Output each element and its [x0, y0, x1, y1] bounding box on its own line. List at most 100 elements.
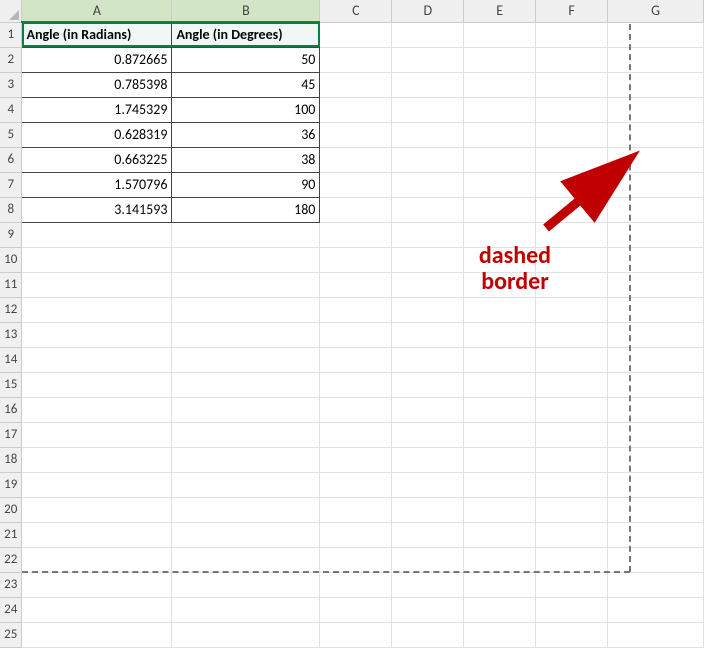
cell[interactable]: 100 [172, 97, 320, 122]
cell[interactable] [536, 272, 608, 297]
cell[interactable] [536, 622, 608, 647]
cell[interactable] [392, 197, 464, 222]
cell[interactable] [392, 247, 464, 272]
cell[interactable] [536, 22, 608, 47]
cell[interactable] [464, 272, 536, 297]
cell[interactable] [22, 272, 172, 297]
cell[interactable] [320, 422, 392, 447]
row-header-16[interactable]: 16 [0, 397, 22, 422]
cell[interactable] [172, 397, 320, 422]
cell[interactable] [172, 422, 320, 447]
cell[interactable] [536, 247, 608, 272]
cell[interactable]: 0.628319 [22, 122, 172, 147]
cell[interactable] [608, 572, 704, 597]
cell[interactable] [320, 322, 392, 347]
select-all-corner[interactable] [0, 0, 22, 22]
cell[interactable] [464, 322, 536, 347]
col-header-E[interactable]: E [464, 0, 536, 22]
cell[interactable] [392, 397, 464, 422]
cell[interactable] [320, 47, 392, 72]
cell[interactable] [536, 372, 608, 397]
cell[interactable] [536, 522, 608, 547]
row-header-15[interactable]: 15 [0, 372, 22, 397]
cell[interactable] [22, 622, 172, 647]
cell[interactable] [22, 572, 172, 597]
cell[interactable]: 1.570796 [22, 172, 172, 197]
cell[interactable] [608, 347, 704, 372]
cell[interactable] [392, 97, 464, 122]
cell[interactable] [320, 97, 392, 122]
cell[interactable] [536, 347, 608, 372]
cell[interactable] [320, 72, 392, 97]
cell[interactable] [172, 222, 320, 247]
cell[interactable] [608, 372, 704, 397]
row-header-2[interactable]: 2 [0, 47, 22, 72]
cell[interactable] [22, 497, 172, 522]
cell[interactable]: 0.785398 [22, 72, 172, 97]
col-header-B[interactable]: B [172, 0, 320, 22]
cell[interactable] [464, 47, 536, 72]
row-header-23[interactable]: 23 [0, 572, 22, 597]
cell[interactable] [536, 222, 608, 247]
cell[interactable] [320, 372, 392, 397]
cell[interactable] [392, 297, 464, 322]
row-header-11[interactable]: 11 [0, 272, 22, 297]
cell[interactable] [22, 297, 172, 322]
cell[interactable]: 50 [172, 47, 320, 72]
cell[interactable] [536, 447, 608, 472]
cell[interactable] [172, 622, 320, 647]
cell[interactable] [608, 172, 704, 197]
spreadsheet-grid[interactable]: A B C D E F G 1Angle (in Radians)Angle (… [0, 0, 704, 648]
cell[interactable] [320, 272, 392, 297]
cell[interactable] [172, 447, 320, 472]
row-header-5[interactable]: 5 [0, 122, 22, 147]
cell[interactable] [536, 597, 608, 622]
cell[interactable] [608, 47, 704, 72]
cell[interactable] [172, 547, 320, 572]
cell[interactable] [22, 472, 172, 497]
cell[interactable] [320, 572, 392, 597]
cell[interactable] [536, 122, 608, 147]
cell[interactable] [608, 197, 704, 222]
col-header-A[interactable]: A [22, 0, 172, 22]
cell[interactable] [22, 222, 172, 247]
cell[interactable] [172, 597, 320, 622]
cell[interactable] [392, 447, 464, 472]
cell[interactable] [608, 447, 704, 472]
cell[interactable] [172, 297, 320, 322]
cell[interactable] [392, 547, 464, 572]
cell[interactable] [464, 547, 536, 572]
cell[interactable] [320, 172, 392, 197]
cell[interactable] [608, 422, 704, 447]
cell[interactable] [22, 547, 172, 572]
cell[interactable] [608, 472, 704, 497]
cell[interactable] [320, 222, 392, 247]
cell[interactable]: Angle (in Radians) [22, 22, 172, 47]
row-header-22[interactable]: 22 [0, 547, 22, 572]
cell[interactable] [172, 347, 320, 372]
cell[interactable] [392, 472, 464, 497]
cell[interactable] [392, 22, 464, 47]
cell[interactable] [464, 72, 536, 97]
cell[interactable] [536, 572, 608, 597]
cell[interactable] [22, 372, 172, 397]
cell[interactable]: 36 [172, 122, 320, 147]
cell[interactable] [536, 197, 608, 222]
cell[interactable] [320, 622, 392, 647]
cell[interactable] [464, 572, 536, 597]
cell[interactable] [464, 122, 536, 147]
cell[interactable] [464, 22, 536, 47]
cell[interactable] [172, 522, 320, 547]
cell[interactable] [392, 47, 464, 72]
col-header-D[interactable]: D [392, 0, 464, 22]
cell[interactable] [608, 122, 704, 147]
cell[interactable] [392, 372, 464, 397]
cell[interactable] [392, 622, 464, 647]
cell[interactable] [608, 72, 704, 97]
row-header-1[interactable]: 1 [0, 22, 22, 47]
cell[interactable] [320, 347, 392, 372]
cell[interactable] [172, 272, 320, 297]
row-header-6[interactable]: 6 [0, 147, 22, 172]
cell[interactable] [320, 597, 392, 622]
row-header-14[interactable]: 14 [0, 347, 22, 372]
